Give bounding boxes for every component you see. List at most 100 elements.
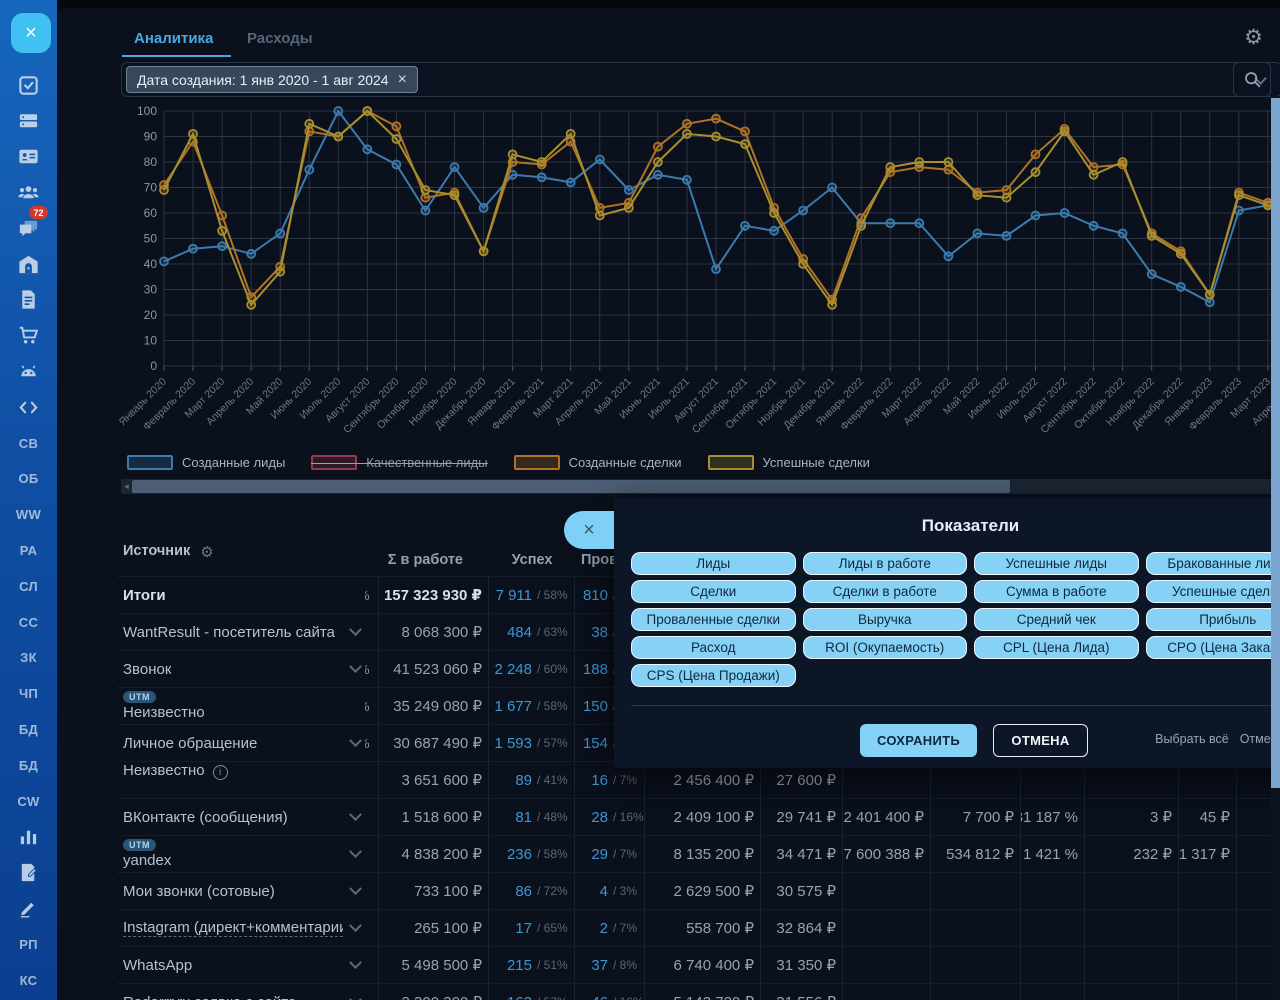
table-row[interactable]: Мои звонки (сотовые)733 100 ₽86/ 72%4/ 3… <box>117 872 1280 909</box>
column-settings-gear-icon[interactable]: ⚙ <box>200 543 213 561</box>
fail-cell: 46/ 16% <box>575 984 645 1000</box>
metric-toggle-button[interactable]: Лиды <box>631 552 796 575</box>
chevron-down-icon[interactable] <box>349 882 362 895</box>
metric-toggle-button[interactable]: Сделки в работе <box>803 580 968 603</box>
tab-expenses[interactable]: Расходы <box>247 30 313 47</box>
expense-cell <box>931 984 1021 1000</box>
sidebar-item-кс[interactable]: КС <box>0 965 57 995</box>
sidebar: × 72 СВ ОБ WW РА СЛ СС ЗК ЧП БД БД CW РП КС <box>0 0 57 1000</box>
success-cell: 89/ 41% <box>489 762 575 798</box>
chevron-down-icon[interactable] <box>349 660 362 673</box>
filter-bar[interactable]: Дата создания: 1 янв 2020 - 1 авг 2024 × <box>121 62 1280 97</box>
metric-toggle-button[interactable]: Успешные лиды <box>974 552 1139 575</box>
table-row[interactable]: Instagram (директ+комментарии)265 100 ₽1… <box>117 909 1280 946</box>
sidebar-item-warehouse[interactable] <box>0 249 57 279</box>
legend-item[interactable]: Созданные лиды <box>127 455 285 470</box>
sidebar-item-bar-chart[interactable] <box>0 822 57 852</box>
metric-toggle-button[interactable]: CPL (Цена Лида) <box>974 636 1139 659</box>
save-button[interactable]: СОХРАНИТЬ <box>860 724 977 757</box>
cancel-button[interactable]: ОТМЕНА <box>993 724 1088 757</box>
sidebar-item-cw[interactable]: CW <box>0 786 57 816</box>
modal-close-button[interactable]: × <box>564 511 614 549</box>
sidebar-item-cart[interactable] <box>0 321 57 351</box>
pencil-icon <box>17 897 40 920</box>
success-cell: 2 248/ 60% <box>489 651 575 687</box>
date-filter-label: Дата создания: 1 янв 2020 - 1 авг 2024 <box>137 72 389 88</box>
metric-toggle-button[interactable]: Успешные сделки <box>1146 580 1280 603</box>
sidebar-item-чп[interactable]: ЧП <box>0 679 57 709</box>
horizontal-scrollbar[interactable]: ◂ ▸ <box>121 479 1280 494</box>
sidebar-item-doc-edit[interactable] <box>0 858 57 888</box>
sidebar-item-robot[interactable] <box>0 356 57 386</box>
table-row[interactable]: ВКонтакте (сообщения)1 518 600 ₽81/ 48%2… <box>117 798 1280 835</box>
chevron-down-icon[interactable] <box>349 845 362 858</box>
metric-toggle-button[interactable]: Бракованные лиды <box>1146 552 1280 575</box>
chip-close-icon[interactable]: × <box>398 72 407 88</box>
sum-in-progress: 2 300 300 ₽ <box>379 984 489 1000</box>
sidebar-item-ww[interactable]: WW <box>0 500 57 530</box>
legend-item[interactable]: Качественные лиды <box>311 455 487 470</box>
settings-gear-icon[interactable]: ⚙ <box>1244 25 1263 50</box>
sidebar-item-об[interactable]: ОБ <box>0 464 57 494</box>
chevron-down-icon[interactable] <box>349 993 362 1000</box>
legend-item[interactable]: Созданные сделки <box>514 455 682 470</box>
chevron-down-icon[interactable] <box>349 808 362 821</box>
sidebar-item-бд[interactable]: БД <box>0 714 57 744</box>
metric-toggle-button[interactable]: Выручка <box>803 608 968 631</box>
vertical-scroll-thumb[interactable] <box>1271 98 1280 788</box>
sidebar-item-people[interactable] <box>0 177 57 207</box>
tab-analytics[interactable]: Аналитика <box>134 30 213 47</box>
sidebar-item-tasks[interactable] <box>0 70 57 100</box>
sidebar-item-сс[interactable]: СС <box>0 607 57 637</box>
info-icon[interactable]: i <box>213 765 228 780</box>
source-name: Личное обращение <box>117 725 345 761</box>
sidebar-item-document[interactable] <box>0 285 57 315</box>
sidebar-item-pencil[interactable] <box>0 893 57 923</box>
cpo-cell <box>1179 947 1237 983</box>
sidebar-item-бд[interactable]: БД <box>0 750 57 780</box>
sidebar-close-button[interactable]: × <box>11 13 51 53</box>
chevron-down-icon[interactable] <box>349 956 362 969</box>
metric-toggle-button[interactable]: Расход <box>631 636 796 659</box>
sidebar-item-drive[interactable] <box>0 106 57 136</box>
legend-item[interactable]: Успешные сделки <box>708 455 870 470</box>
chevron-down-icon[interactable] <box>349 919 362 932</box>
table-row[interactable]: Radarrr.ru заявка с сайта2 300 300 ₽163/… <box>117 983 1280 1000</box>
metric-toggle-button[interactable]: Лиды в работе <box>803 552 968 575</box>
metric-toggle-button[interactable]: Прибыль <box>1146 608 1280 631</box>
modal-title: Показатели <box>614 516 1280 536</box>
sum-in-progress: 4 838 200 ₽ <box>379 836 489 872</box>
metric-toggle-button[interactable]: Проваленные сделки <box>631 608 796 631</box>
sidebar-item-chat[interactable]: 72 <box>0 213 57 243</box>
sidebar-item-сл[interactable]: СЛ <box>0 571 57 601</box>
metric-toggle-button[interactable]: CPO (Цена Заказа) <box>1146 636 1280 659</box>
metric-toggle-button[interactable]: Сумма в работе <box>974 580 1139 603</box>
metric-toggle-button[interactable]: CPS (Цена Продажи) <box>631 664 796 687</box>
scroll-left-icon[interactable]: ◂ <box>121 479 132 494</box>
vertical-scrollbar[interactable] <box>1271 96 1280 1000</box>
sidebar-item-рп[interactable]: РП <box>0 929 57 959</box>
metric-toggle-button[interactable]: Средний чек <box>974 608 1139 631</box>
metric-toggle-button[interactable]: ROI (Окупаемость) <box>803 636 968 659</box>
table-row[interactable]: WhatsApp5 498 500 ₽215/ 51%37/ 8%6 740 4… <box>117 946 1280 983</box>
sidebar-item-ра[interactable]: РА <box>0 535 57 565</box>
chevron-down-icon[interactable] <box>349 734 362 747</box>
legend-swatch <box>127 455 173 470</box>
svg-text:100: 100 <box>137 104 157 118</box>
horizontal-scroll-thumb[interactable] <box>132 480 1010 493</box>
metric-toggle-button[interactable]: Сделки <box>631 580 796 603</box>
search-button[interactable] <box>1233 62 1271 97</box>
date-filter-chip[interactable]: Дата создания: 1 янв 2020 - 1 авг 2024 × <box>126 66 418 93</box>
sidebar-item-contacts[interactable] <box>0 142 57 172</box>
expense-cell <box>931 947 1021 983</box>
metric-toggle-grid: Лиды Лиды в работе Успешные лиды Бракованны… <box>614 552 1280 687</box>
revenue-cell: 6 740 400 ₽ <box>645 947 761 983</box>
sidebar-item-code[interactable] <box>0 392 57 422</box>
fail-cell: 4/ 3% <box>575 873 645 909</box>
success-cell: 1 677/ 58% <box>489 688 575 724</box>
chevron-down-icon[interactable] <box>349 623 362 636</box>
select-all-link[interactable]: Выбрать всё <box>1155 732 1229 746</box>
table-row[interactable]: UTMyandex4 838 200 ₽236/ 58%29/ 7%8 135 … <box>117 835 1280 872</box>
sidebar-item-зк[interactable]: ЗК <box>0 643 57 673</box>
sidebar-item-св[interactable]: СВ <box>0 428 57 458</box>
